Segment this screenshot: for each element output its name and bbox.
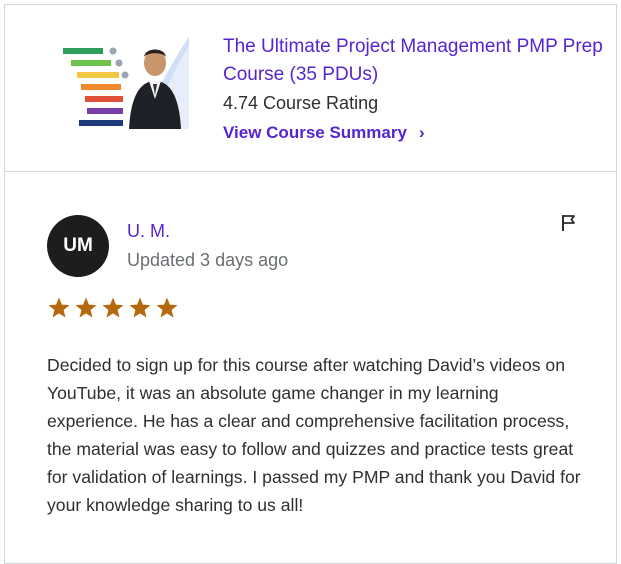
avatar: UM	[47, 215, 109, 277]
chevron-right-icon: ›	[418, 123, 425, 142]
review-card: The Ultimate Project Management PMP Prep…	[4, 4, 617, 564]
review-date: Updated 3 days ago	[127, 250, 289, 270]
flag-icon	[562, 215, 575, 231]
review-text: Decided to sign up for this course after…	[47, 355, 581, 515]
star-icon	[129, 297, 151, 318]
star-icon	[102, 297, 124, 318]
course-rating: 4.74 Course Rating	[223, 93, 379, 113]
course-title[interactable]: The Ultimate Project Management PMP Prep…	[223, 33, 603, 89]
course-summary-section: The Ultimate Project Management PMP Prep…	[5, 5, 616, 172]
view-course-summary-link[interactable]: View Course Summary ›	[223, 121, 425, 145]
course-thumbnail-image	[63, 37, 189, 129]
reviewer-name: U. M.	[127, 221, 170, 241]
star-icon	[156, 297, 178, 318]
star-icon	[75, 297, 97, 318]
star-rating	[47, 296, 179, 324]
report-flag-button[interactable]	[557, 211, 581, 235]
view-course-summary-label: View Course Summary	[223, 123, 407, 142]
course-thumbnail[interactable]	[49, 35, 189, 129]
star-icon	[48, 297, 70, 318]
